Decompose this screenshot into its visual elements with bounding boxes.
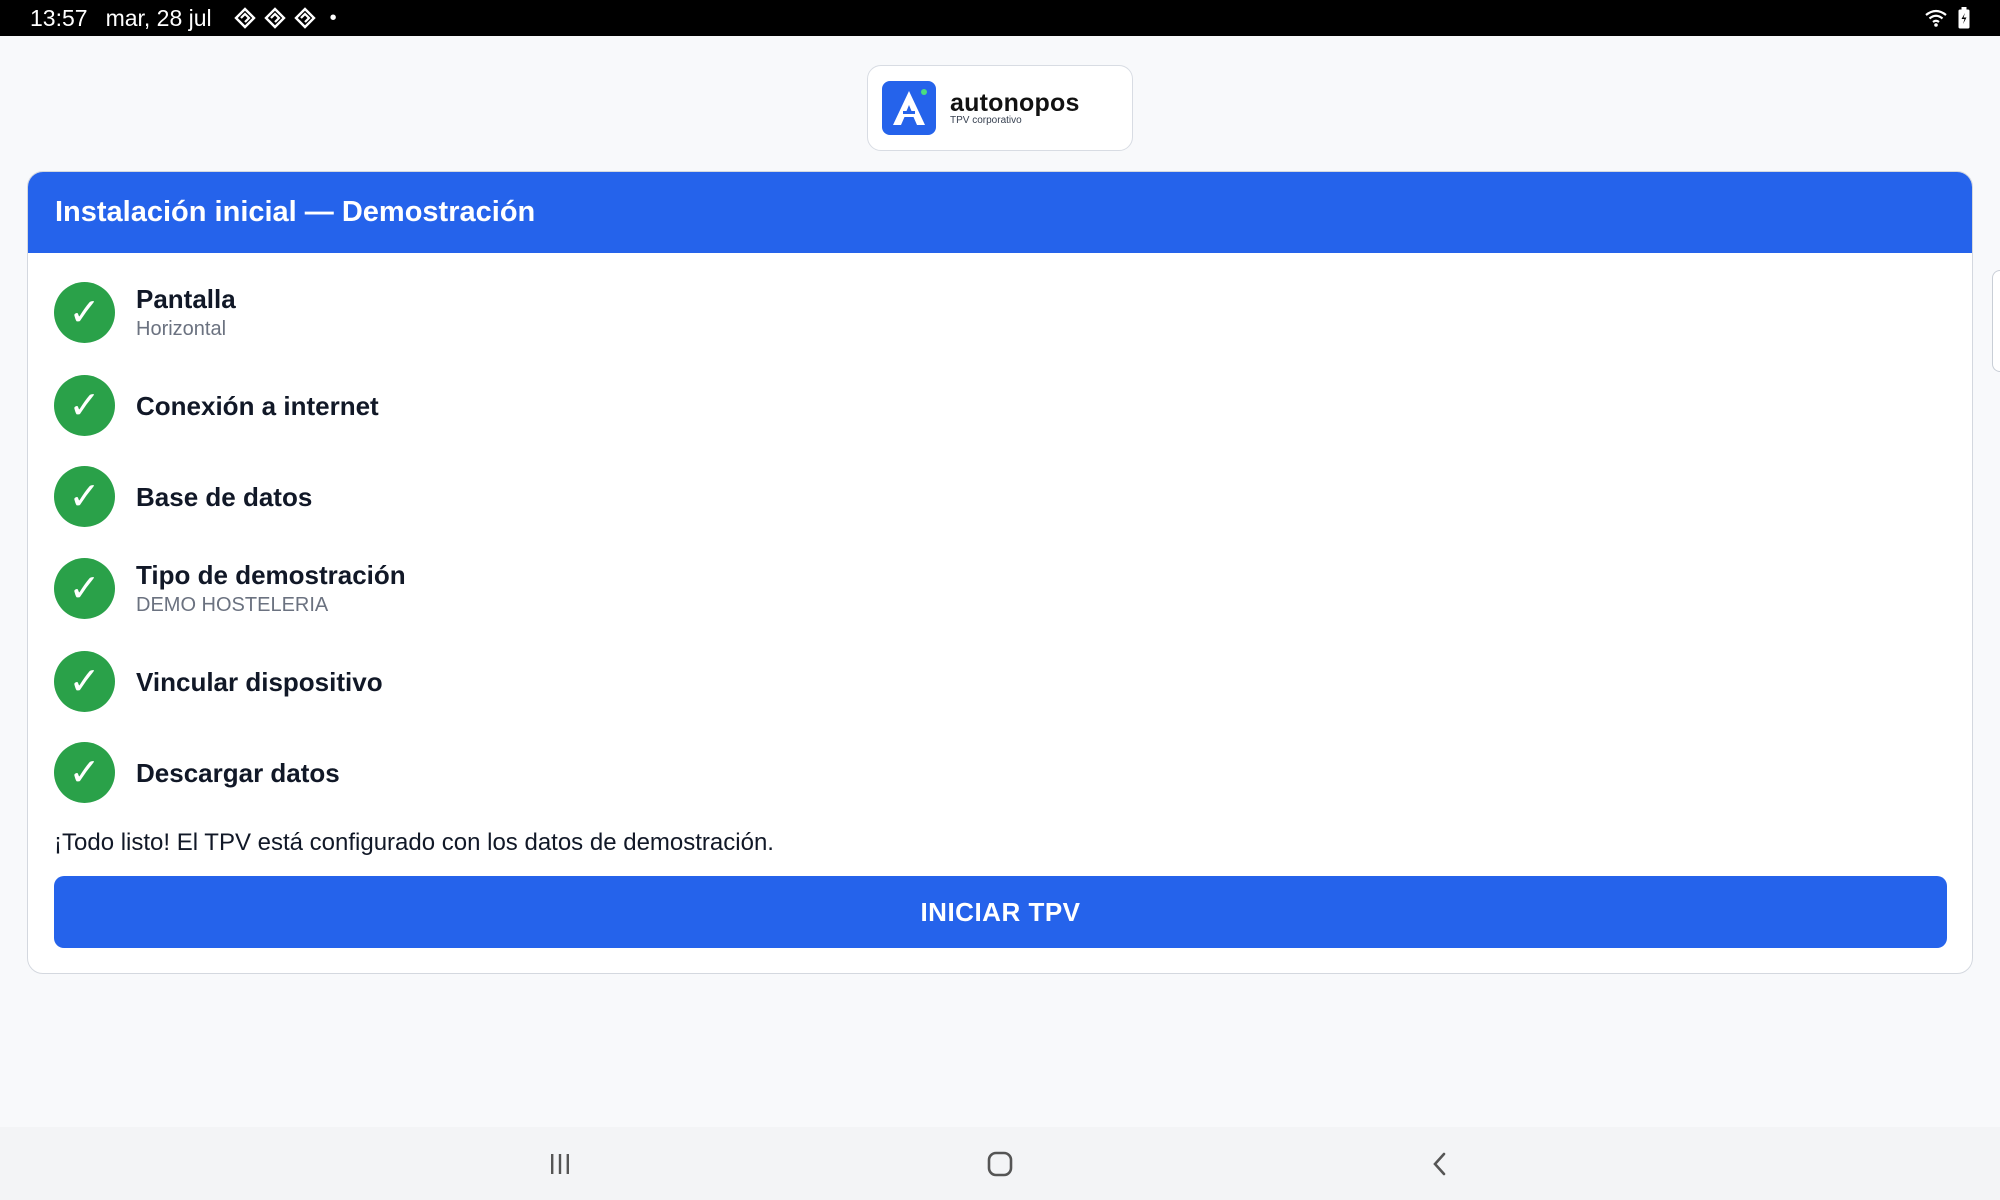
ready-message: ¡Todo listo! El TPV está configurado con… [54, 829, 774, 856]
step-pantalla: ✓ Pantalla Horizontal [54, 282, 236, 343]
wifi-icon [1925, 9, 1947, 27]
system-nav-bar [0, 1127, 2000, 1200]
setup-steps-list: ✓ Pantalla Horizontal ✓ Conexión a inter… [28, 253, 1972, 813]
start-tpv-button[interactable]: INICIAR TPV [54, 876, 1947, 948]
back-icon [1433, 1152, 1446, 1176]
brand-name: autonopos [950, 89, 1080, 117]
step-title: Conexión a internet [136, 390, 379, 421]
app-notification-icon [263, 7, 286, 29]
notification-icons: • [233, 6, 337, 30]
panel-title: Instalación inicial — Demostración [55, 196, 536, 228]
brand-logo-card: autonopos TPV corporativo [867, 65, 1133, 151]
step-tipo-demostracion: ✓ Tipo de demostración DEMO HOSTELERIA [54, 558, 406, 619]
brand-logo-icon [882, 81, 936, 135]
step-title: Descargar datos [136, 757, 340, 788]
home-icon [987, 1151, 1013, 1177]
check-icon: ✓ [54, 742, 115, 803]
more-notifications-dot: • [329, 6, 337, 29]
step-title: Tipo de demostración [136, 559, 406, 590]
panel-header: Instalación inicial — Demostración [28, 172, 1972, 253]
step-base-de-datos: ✓ Base de datos [54, 466, 312, 527]
status-time: 13:57 [30, 4, 88, 31]
step-descargar-datos: ✓ Descargar datos [54, 742, 340, 803]
recents-button[interactable] [540, 1147, 580, 1181]
step-subtitle: DEMO HOSTELERIA [136, 593, 329, 616]
battery-icon [1958, 7, 1970, 29]
recents-icon [551, 1154, 569, 1174]
check-icon: ✓ [54, 558, 115, 619]
step-vincular-dispositivo: ✓ Vincular dispositivo [54, 651, 383, 712]
app-notification-icon [293, 7, 316, 29]
edge-panel-handle[interactable] [1992, 270, 2000, 372]
logo-a-icon [893, 91, 925, 125]
step-conexion-internet: ✓ Conexión a internet [54, 375, 379, 436]
setup-panel: Instalación inicial — Demostración ✓ Pan… [27, 171, 1973, 974]
app-notification-icon [233, 7, 256, 29]
brand-tagline: TPV corporativo [950, 115, 1022, 126]
check-icon: ✓ [54, 466, 115, 527]
home-button[interactable] [980, 1147, 1020, 1181]
step-title: Vincular dispositivo [136, 666, 383, 697]
check-icon: ✓ [54, 651, 115, 712]
logo-accent-dot [921, 89, 927, 95]
step-title: Pantalla [136, 283, 236, 314]
status-bar: 13:57 mar, 28 jul • [0, 0, 2000, 36]
step-subtitle: Horizontal [136, 317, 227, 340]
status-right [1924, 7, 1970, 29]
status-date: mar, 28 jul [105, 4, 212, 31]
status-left: 13:57 mar, 28 jul • [30, 5, 337, 32]
check-icon: ✓ [54, 375, 115, 436]
check-icon: ✓ [54, 282, 115, 343]
back-button[interactable] [1420, 1147, 1460, 1181]
step-title: Base de datos [136, 481, 313, 512]
